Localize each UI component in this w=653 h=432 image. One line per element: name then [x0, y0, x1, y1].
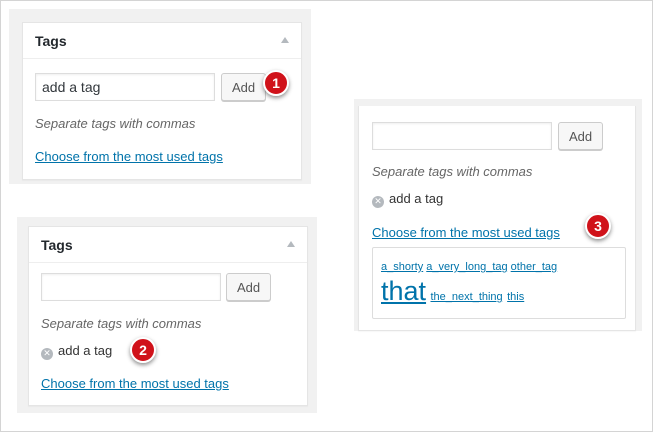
panel-header: Tags — [29, 227, 307, 263]
tag-input[interactable] — [372, 122, 552, 150]
step-badge: 2 — [130, 337, 156, 363]
panel-title: Tags — [35, 33, 67, 49]
collapse-arrow-icon[interactable] — [281, 37, 289, 43]
tag-item: ✕ add a tag — [372, 191, 443, 208]
remove-tag-icon[interactable]: ✕ — [372, 196, 384, 208]
tag-label: add a tag — [389, 191, 444, 206]
tags-panel: Tags Add Separate tags with commas ✕ add … — [28, 226, 308, 406]
tag-cloud: a_shorty a_very_long_tag other_tag that … — [372, 247, 626, 319]
canvas: Tags Add Separate tags with commas Choos… — [0, 0, 653, 432]
add-button[interactable]: Add — [226, 273, 272, 301]
remove-tag-icon[interactable]: ✕ — [41, 348, 53, 360]
tags-panel: Tags Add Separate tags with commas Choos… — [22, 22, 302, 180]
panel-title: Tags — [41, 237, 73, 253]
screenshot-1: Tags Add Separate tags with commas Choos… — [9, 9, 311, 184]
cloud-tag[interactable]: a_very_long_tag — [426, 261, 507, 273]
hint-text: Separate tags with commas — [35, 116, 196, 131]
collapse-arrow-icon[interactable] — [287, 241, 295, 247]
tag-label: add a tag — [58, 343, 113, 358]
cloud-tag[interactable]: other_tag — [511, 261, 557, 273]
most-used-tags-link[interactable]: Choose from the most used tags — [35, 149, 223, 164]
step-badge: 3 — [585, 213, 611, 239]
step-badge: 1 — [263, 70, 289, 96]
add-button[interactable]: Add — [221, 73, 267, 101]
tag-item: ✕ add a tag — [41, 343, 112, 360]
cloud-tag[interactable]: a_shorty — [381, 261, 423, 273]
cloud-tag[interactable]: that — [381, 276, 426, 306]
most-used-tags-link[interactable]: Choose from the most used tags — [41, 376, 229, 391]
cloud-tag[interactable]: this — [507, 291, 524, 303]
hint-text: Separate tags with commas — [372, 164, 533, 179]
cloud-tag[interactable]: the_next_thing — [431, 291, 503, 303]
hint-text: Separate tags with commas — [41, 316, 202, 331]
most-used-tags-link[interactable]: Choose from the most used tags — [372, 225, 560, 240]
panel-header: Tags — [23, 23, 301, 59]
tag-input[interactable] — [41, 273, 221, 301]
add-button[interactable]: Add — [558, 122, 604, 150]
screenshot-2: Tags Add Separate tags with commas ✕ add … — [17, 217, 317, 413]
tag-input[interactable] — [35, 73, 215, 101]
